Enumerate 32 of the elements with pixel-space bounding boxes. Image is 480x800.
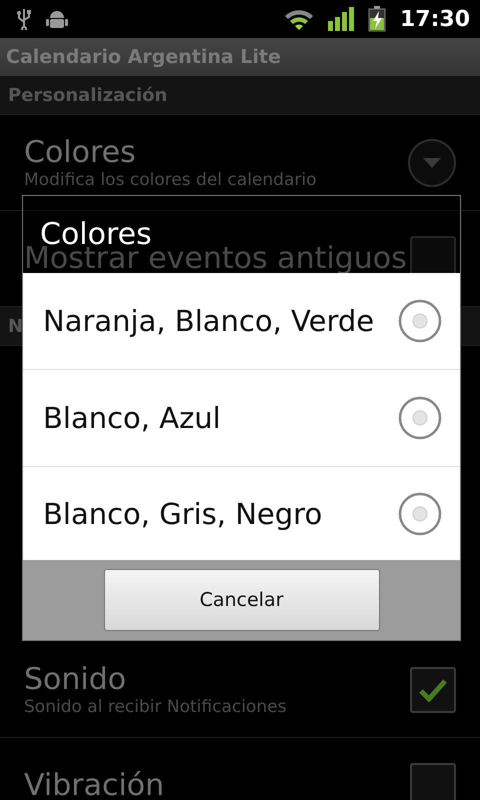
checkmark-icon (419, 678, 447, 702)
android-icon (46, 9, 68, 29)
dropdown-button[interactable] (408, 138, 456, 186)
app-title: Calendario Argentina Lite (6, 46, 281, 68)
checkbox[interactable] (410, 666, 456, 712)
setting-summary: Modifica los colores del calendario (24, 170, 318, 190)
option-label: Blanco, Azul (43, 401, 222, 435)
option-label: Naranja, Blanco, Verde (43, 304, 376, 338)
category-title: Personalización (8, 84, 168, 106)
option-label: Blanco, Gris, Negro (43, 496, 324, 530)
checkbox[interactable] (410, 762, 456, 800)
option-row[interactable]: Naranja, Blanco, Verde (23, 273, 460, 370)
radio-button[interactable] (398, 299, 442, 343)
category-title: N (8, 316, 24, 336)
radio-button[interactable] (398, 492, 442, 536)
option-row[interactable]: Blanco, Gris, Negro (23, 467, 460, 560)
setting-row[interactable]: Vibración (0, 738, 480, 800)
signal-icon (328, 7, 354, 31)
setting-row[interactable]: Colores Modifica los colores del calendario (0, 115, 480, 211)
clock-time: 17:30 (400, 6, 470, 32)
option-row[interactable]: Blanco, Azul (23, 370, 460, 467)
setting-title: Sonido (24, 662, 128, 697)
radio-button[interactable] (398, 396, 442, 440)
usb-icon (16, 8, 32, 30)
battery-charging-icon (368, 6, 386, 32)
setting-summary: Sonido al recibir Notificaciones (24, 697, 288, 717)
setting-title: Vibración (24, 768, 166, 800)
setting-title: Colores (24, 135, 137, 170)
cancel-button[interactable]: Cancelar (104, 569, 380, 631)
setting-row[interactable]: Sonido Sonido al recibir Notificaciones (0, 642, 480, 738)
triangle-icon (423, 158, 441, 168)
wifi-icon (284, 8, 314, 30)
